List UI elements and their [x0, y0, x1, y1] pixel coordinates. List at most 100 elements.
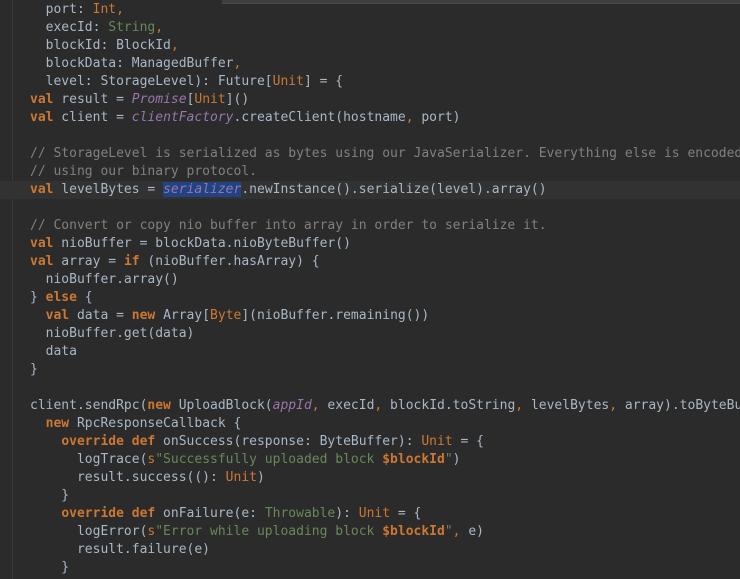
code-token: Promise	[131, 92, 187, 107]
code-token: data =	[69, 308, 132, 323]
code-line[interactable]: port: Int,	[0, 1, 740, 19]
code-line[interactable]: result.failure(e)	[0, 541, 740, 559]
code-token: result =	[53, 92, 132, 107]
code-line[interactable]: blockId: BlockId,	[0, 37, 740, 55]
code-token: nioBuffer = blockData.nioByteBuffer()	[53, 236, 351, 251]
code-token: onSuccess(response: ByteBuffer):	[155, 434, 422, 449]
code-token: onFailure(e:	[155, 506, 265, 521]
code-token: val	[30, 236, 54, 251]
code-token: new	[45, 416, 70, 431]
code-line[interactable]: client.sendRpc(new UploadBlock(appId, ex…	[0, 397, 740, 415]
code-token: Array[	[155, 308, 211, 323]
code-token: }	[30, 290, 46, 305]
code-line[interactable]: } else {	[0, 289, 740, 307]
code-token: $blockId	[382, 524, 445, 539]
code-line[interactable]	[0, 199, 740, 217]
code-line[interactable]	[0, 379, 740, 397]
code-token: ,	[311, 398, 320, 413]
code-line[interactable]: blockData: ManagedBuffer,	[0, 55, 740, 73]
code-token: "	[444, 524, 453, 539]
code-token: // Convert or copy nio buffer into array…	[30, 218, 547, 233]
code-line[interactable]: logTrace(s"Successfully uploaded block $…	[0, 451, 740, 469]
code-token: nioBuffer.get(data)	[30, 326, 195, 341]
code-token: // using our binary protocol.	[30, 164, 257, 179]
code-token: "	[444, 452, 453, 467]
code-token: :	[210, 470, 226, 485]
code-token: .newInstance().serialize(level).array()	[241, 182, 547, 197]
code-token: )	[452, 452, 461, 467]
code-line[interactable]	[0, 127, 740, 145]
code-token: // StorageLevel is serialized as bytes u…	[30, 146, 740, 161]
code-line[interactable]: // using our binary protocol.	[0, 163, 740, 181]
code-line[interactable]: nioBuffer.array()	[0, 271, 740, 289]
code-token: client =	[53, 110, 132, 125]
code-token: levelBytes =	[53, 182, 164, 197]
code-token: blockId.toString	[382, 398, 516, 413]
code-token: Throwable	[264, 506, 336, 521]
code-token: appId	[272, 398, 312, 413]
code-token: Byte	[210, 308, 242, 323]
code-area[interactable]: port: Int, execId: String, blockId: Bloc…	[0, 1, 740, 577]
code-token: execId	[319, 398, 375, 413]
code-token: override def	[61, 434, 156, 449]
code-token: logError(	[30, 524, 148, 539]
code-token: = {	[390, 506, 422, 521]
code-token: Int	[92, 2, 117, 17]
code-token: execId:	[30, 20, 109, 35]
code-line[interactable]: val client = clientFactory.createClient(…	[0, 109, 740, 127]
code-token: .createClient(hostname	[233, 110, 406, 125]
code-token: clientFactory	[131, 110, 234, 125]
code-token: new	[131, 308, 156, 323]
code-line[interactable]: val levelBytes = serializer.newInstance(…	[0, 181, 740, 199]
code-token: result.success(()	[30, 470, 211, 485]
code-line[interactable]: }	[0, 559, 740, 577]
code-token: port:	[30, 2, 93, 17]
code-line[interactable]: new RpcResponseCallback {	[0, 415, 740, 433]
code-line[interactable]: }	[0, 361, 740, 379]
code-token: Unit	[194, 92, 226, 107]
code-token: RpcResponseCallback {	[69, 416, 242, 431]
code-line[interactable]: logError(s"Error while uploading block $…	[0, 523, 740, 541]
code-line[interactable]: val nioBuffer = blockData.nioByteBuffer(…	[0, 235, 740, 253]
code-line[interactable]: val data = new Array[Byte](nioBuffer.rem…	[0, 307, 740, 325]
code-token: }	[30, 488, 70, 503]
code-editor[interactable]: port: Int, execId: String, blockId: Bloc…	[0, 0, 740, 579]
code-token: Unit	[225, 470, 257, 485]
code-line[interactable]: val array = if (nioBuffer.hasArray) {	[0, 253, 740, 271]
code-line[interactable]: val result = Promise[Unit]()	[0, 91, 740, 109]
code-token: new	[147, 398, 171, 413]
code-token: }	[30, 362, 38, 377]
code-token: }	[30, 560, 70, 575]
code-token: ,	[609, 398, 618, 413]
code-line[interactable]: // StorageLevel is serialized as bytes u…	[0, 145, 740, 163]
code-token: val	[45, 308, 70, 323]
code-token: ):	[335, 506, 359, 521]
code-token: ]()	[225, 92, 250, 107]
code-token: {	[76, 290, 93, 305]
code-token: ,	[515, 398, 524, 413]
code-token: $blockId	[382, 452, 445, 467]
code-line[interactable]: // Convert or copy nio buffer into array…	[0, 217, 740, 235]
code-token: ,	[116, 2, 124, 17]
code-token: String	[108, 20, 156, 35]
code-line[interactable]: override def onSuccess(response: ByteBuf…	[0, 433, 740, 451]
code-line[interactable]: }	[0, 487, 740, 505]
code-token: val	[30, 110, 54, 125]
code-line[interactable]: data	[0, 343, 740, 361]
code-token: serializer	[163, 182, 242, 197]
code-token: else	[45, 290, 77, 305]
code-token: ,	[155, 20, 164, 35]
code-token: array =	[53, 254, 124, 269]
code-line[interactable]: execId: String,	[0, 19, 740, 37]
code-line[interactable]: level: StorageLevel): Future[Unit] = {	[0, 73, 740, 91]
code-token: "Error while uploading block	[155, 524, 383, 539]
code-token: blockId: BlockId	[30, 38, 171, 53]
code-line[interactable]: result.success((): Unit)	[0, 469, 740, 487]
code-token: ,	[233, 56, 242, 71]
code-line[interactable]: override def onFailure(e: Throwable): Un…	[0, 505, 740, 523]
code-line[interactable]: nioBuffer.get(data)	[0, 325, 740, 343]
code-token: level: StorageLevel): Future[	[30, 74, 273, 89]
